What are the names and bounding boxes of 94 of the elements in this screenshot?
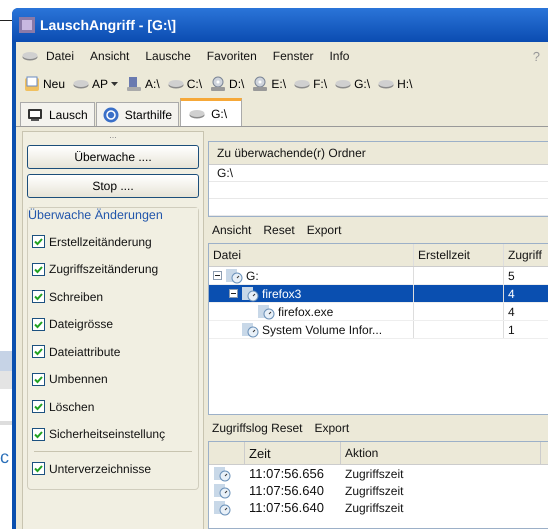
toolbar-button[interactable]: G:\ (331, 72, 374, 96)
tree-row[interactable]: firefox.exe 4 (209, 303, 548, 321)
drive-icon (73, 78, 90, 90)
background-text: c (0, 447, 9, 467)
toolbar-button[interactable]: C:\ (164, 72, 206, 96)
checkbox[interactable] (32, 262, 45, 276)
action-button[interactable]: Überwache .... (27, 145, 199, 169)
menu-item[interactable]: Export (310, 421, 358, 435)
file-name: G: (246, 268, 259, 282)
menu-item[interactable]: Fenster (264, 49, 322, 63)
menu-item[interactable]: Lausche (137, 49, 199, 63)
checkbox[interactable] (32, 372, 45, 386)
table-cell-text: 11:07:56.656 (248, 465, 325, 482)
column-header[interactable]: Aktion (341, 442, 541, 464)
group-title: Überwache Änderungen (28, 208, 198, 222)
checkbox[interactable] (32, 318, 45, 331)
tree-row[interactable]: System Volume Infor... 1 (209, 321, 548, 339)
checkbox-option[interactable]: Umbennen (32, 366, 194, 393)
table-cell: 4 (504, 285, 548, 302)
table-cell: 1 (504, 321, 548, 338)
checkbox-option[interactable]: Dateigrösse (32, 310, 194, 338)
checkbox-option[interactable]: Dateiattribute (32, 338, 194, 366)
tree-row[interactable]: firefox3 4 (209, 285, 548, 303)
toolbar-button[interactable]: D:\ (206, 72, 248, 96)
collapse-icon[interactable] (229, 289, 238, 298)
cd-drive-icon (210, 76, 226, 92)
window-title: LauschAngriff - [G:\] (40, 17, 176, 33)
clock-file-icon (213, 500, 231, 516)
checkbox-option[interactable]: Schreiben (32, 283, 194, 310)
menu-item[interactable]: Export (302, 223, 350, 237)
computer-icon (126, 76, 142, 92)
action-button[interactable]: Stop .... (27, 174, 199, 198)
tab[interactable]: Starthilfe (96, 102, 180, 126)
toolbar-button[interactable]: H:\ (374, 72, 416, 96)
collapse-icon[interactable] (213, 271, 222, 280)
table-cell-text: 11:07:56.640 (248, 499, 325, 516)
clock-file-icon (213, 466, 231, 482)
table-cell: 4 (504, 303, 548, 320)
clock-file-icon (213, 482, 231, 498)
checkbox-option[interactable]: Erstellzeitänderung (32, 228, 194, 256)
checkbox-option[interactable]: Sicherheitseinstellunç (32, 420, 194, 448)
drive-icon (189, 108, 206, 120)
caret-icon (111, 82, 118, 86)
column-header: Zu überwachende(r) Ordner (209, 142, 548, 165)
monitor-icon (27, 108, 43, 122)
table-cell: 5 (504, 267, 548, 284)
clock-file-icon (257, 304, 275, 320)
table-cell-text: 11:07:56.640 (248, 482, 325, 499)
menu-item[interactable]: Info (321, 49, 358, 63)
toolbar-button[interactable]: A:\ (122, 72, 164, 96)
checkbox[interactable] (32, 462, 45, 476)
drive-icon (168, 78, 184, 90)
toolbar-button[interactable]: F:\ (290, 72, 332, 96)
column-header[interactable]: Erstellzeit (414, 244, 504, 266)
menu-item[interactable]: Ansicht (82, 49, 138, 63)
menu-item[interactable]: Favoriten (198, 49, 265, 63)
menu-item[interactable]: Reset (259, 223, 303, 237)
column-header[interactable]: Zugriff (504, 244, 548, 266)
checkbox[interactable] (32, 290, 45, 304)
table-cell-text: Zugriffszeit (344, 466, 404, 482)
drive-icon (335, 78, 352, 90)
checkbox-option[interactable]: Löschen (32, 393, 194, 420)
checkbox-option[interactable]: Zugriffszeitänderung (32, 256, 194, 283)
table-cell-text: Zugriffszeit (344, 500, 404, 516)
table-cell-text: Zugriffszeit (344, 482, 404, 499)
checkbox-option[interactable]: Unterverzeichnisse (32, 455, 194, 482)
drive-icon (294, 78, 310, 90)
toolbar-button[interactable]: AP (69, 72, 122, 96)
checkbox[interactable] (32, 235, 45, 248)
drive-icon (378, 78, 394, 90)
tab[interactable]: Lausch (20, 102, 95, 126)
clock-file-icon (225, 268, 243, 284)
checkbox[interactable] (32, 345, 45, 358)
tab[interactable]: G:\ (180, 98, 242, 126)
clock-file-icon (241, 286, 259, 302)
toolbar-button[interactable]: E:\ (248, 72, 290, 96)
app-icon (19, 17, 35, 33)
file-name: System Volume Infor... (262, 322, 382, 336)
drive-icon (22, 50, 38, 62)
column-header[interactable]: Datei (209, 244, 414, 266)
menu-item[interactable]: Zugriffslog Reset (208, 421, 310, 435)
list-row[interactable]: G:\ (209, 165, 548, 182)
help-icon (102, 106, 119, 122)
menu-item[interactable]: Ansicht (208, 223, 260, 237)
clock-file-icon (241, 322, 259, 338)
cd-drive-icon (252, 76, 268, 92)
column-header[interactable]: Zeit (245, 442, 341, 464)
checkbox[interactable] (32, 428, 45, 441)
document-icon (24, 76, 40, 92)
file-name: firefox.exe (278, 304, 334, 318)
toolbar-button[interactable]: Neu (20, 72, 70, 96)
file-name: firefox3 (262, 286, 302, 300)
checkbox[interactable] (32, 400, 45, 414)
menu-item[interactable]: Datei (38, 49, 82, 63)
